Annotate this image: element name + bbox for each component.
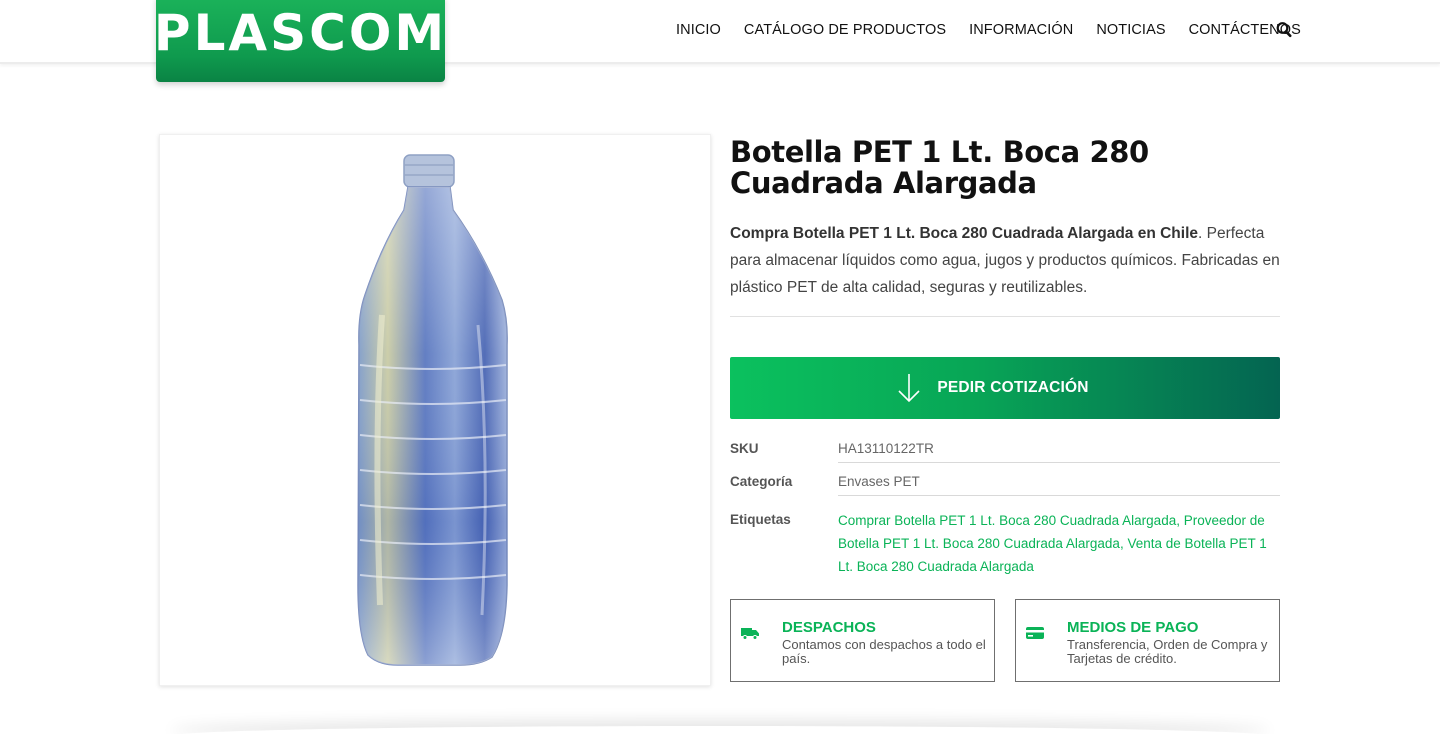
- shipping-info-box: DESPACHOS Contamos con despachos a todo …: [730, 599, 995, 682]
- nav-inicio[interactable]: INICIO: [676, 22, 721, 38]
- section-shadow: [170, 726, 1270, 734]
- main-nav: INICIO CATÁLOGO DE PRODUCTOS INFORMACIÓN…: [676, 22, 1324, 38]
- shipping-text: Contamos con despachos a todo el país.: [782, 637, 986, 666]
- tags-list: Comprar Botella PET 1 Lt. Boca 280 Cuadr…: [838, 513, 1267, 574]
- product-title: Botella PET 1 Lt. Boca 280 Cuadrada Alar…: [730, 135, 1149, 200]
- product-description: Compra Botella PET 1 Lt. Boca 280 Cuadra…: [730, 220, 1280, 301]
- payment-text: Transferencia, Orden de Compra y Tarjeta…: [1067, 637, 1268, 666]
- nav-catalogo[interactable]: CATÁLOGO DE PRODUCTOS: [744, 22, 946, 38]
- meta-divider: [838, 495, 1280, 496]
- logo-text: PLASCOM: [153, 4, 448, 62]
- nav-noticias[interactable]: NOTICIAS: [1096, 22, 1165, 38]
- description-bold: Compra Botella PET 1 Lt. Boca 280 Cuadra…: [730, 225, 1198, 242]
- tag-link[interactable]: Comprar Botella PET 1 Lt. Boca 280 Cuadr…: [838, 513, 1176, 528]
- category-label: Categoría: [730, 474, 793, 489]
- nav-informacion[interactable]: INFORMACIÓN: [969, 22, 1073, 38]
- credit-card-icon: [1026, 627, 1044, 639]
- arrow-down-icon: [898, 374, 920, 403]
- shipping-title: DESPACHOS: [782, 619, 876, 636]
- sku-value: HA13110122TR: [838, 441, 934, 456]
- payment-info-box: MEDIOS DE PAGO Transferencia, Orden de C…: [1015, 599, 1280, 682]
- tags-label: Etiquetas: [730, 512, 791, 527]
- sku-label: SKU: [730, 441, 759, 456]
- meta-divider: [838, 462, 1280, 463]
- product-image[interactable]: [159, 134, 711, 686]
- payment-title: MEDIOS DE PAGO: [1067, 619, 1199, 636]
- request-quote-label: PEDIR COTIZACIÓN: [937, 379, 1089, 396]
- search-icon[interactable]: [1276, 21, 1292, 39]
- divider: [730, 316, 1280, 317]
- site-logo[interactable]: PLASCOM: [153, 0, 448, 82]
- bottle-image: [357, 154, 508, 666]
- truck-icon: [741, 628, 759, 640]
- request-quote-button[interactable]: PEDIR COTIZACIÓN: [730, 357, 1280, 419]
- category-value[interactable]: Envases PET: [838, 474, 920, 489]
